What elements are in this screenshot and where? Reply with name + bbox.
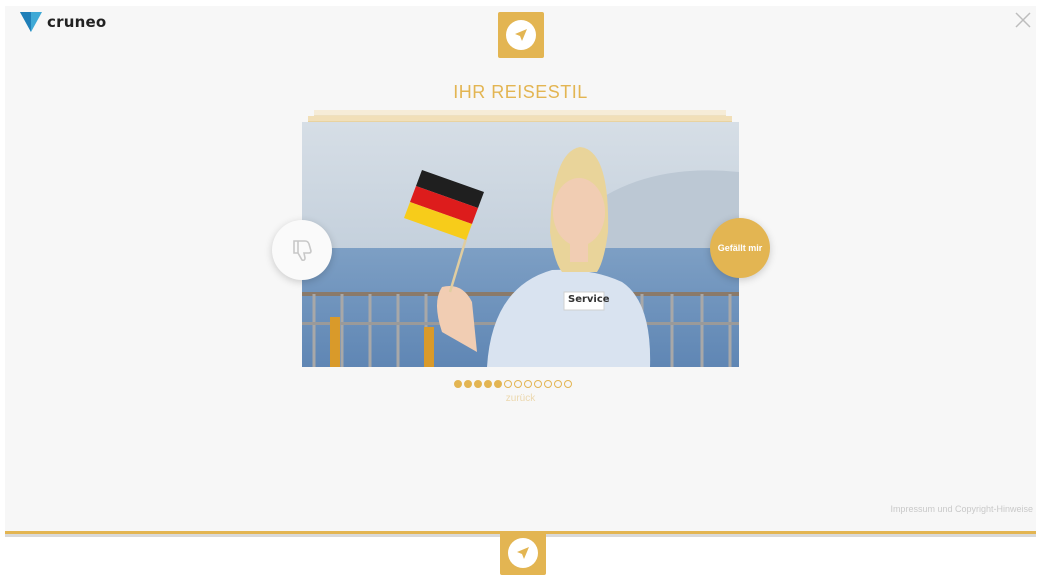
progress-dot [564,380,572,388]
logo-text: cruneo [47,13,107,31]
progress-dot [554,380,562,388]
progress-dot [474,380,482,388]
like-label: Gefällt mir [717,243,763,253]
thumbs-down-icon [293,240,312,262]
cruneo-logo-icon [20,12,42,32]
navigation-arrow-icon [508,538,538,568]
progress-dot [524,380,532,388]
progress-dots [454,380,572,388]
progress-dot [544,380,552,388]
progress-dot [484,380,492,388]
progress-dot [534,380,542,388]
section-badge [498,12,544,58]
question-title: IHR REISESTIL [453,82,588,102]
cruneo-logo[interactable]: cruneo [20,12,106,32]
like-button[interactable]: Gefällt mir [710,218,770,278]
bottom-navigation-badge[interactable] [500,531,546,575]
close-button[interactable] [1013,10,1033,30]
card-photo [302,122,739,367]
travel-style-card[interactable]: Service [302,122,739,367]
progress-dot [494,380,502,388]
progress-dot [454,380,462,388]
back-link[interactable]: zurück [0,393,1041,404]
dislike-button[interactable] [272,220,332,280]
navigation-arrow-icon [506,20,536,50]
legal-link[interactable]: Impressum und Copyright-Hinweise [890,504,1033,514]
progress-dot [514,380,522,388]
image-label-service: Service [568,294,610,305]
progress-dot [464,380,472,388]
close-icon [1015,12,1031,28]
progress-dot [504,380,512,388]
